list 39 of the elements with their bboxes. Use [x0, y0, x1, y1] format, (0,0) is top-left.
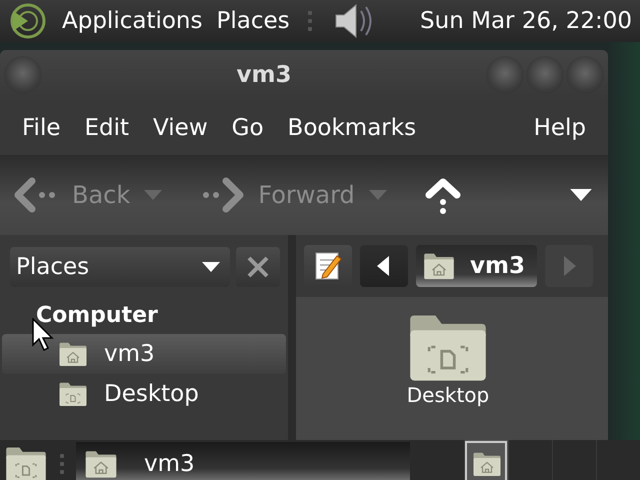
back-arrow-icon — [14, 175, 58, 215]
caret-icon — [144, 190, 162, 200]
path-forward-button[interactable] — [544, 245, 593, 287]
desktop-folder-icon — [58, 381, 88, 407]
file-label[interactable]: Desktop — [406, 383, 490, 407]
home-folder-icon — [422, 252, 456, 280]
panel-menu[interactable]: Places — [216, 8, 290, 34]
path-back-button[interactable] — [360, 245, 408, 287]
task-button[interactable]: vm3 — [76, 442, 410, 480]
close-icon — [246, 255, 270, 279]
left-triangle-icon — [377, 256, 391, 276]
menu-item[interactable]: Edit — [72, 108, 142, 146]
overflow-button[interactable] — [570, 189, 592, 201]
forward-arrow-icon — [200, 175, 244, 215]
window-title: vm3 — [236, 62, 292, 88]
clock[interactable]: Sun Mar 26, 22:00 — [420, 8, 632, 34]
caret-icon — [202, 262, 220, 272]
menu-item[interactable]: Help — [522, 108, 598, 146]
panel-menu[interactable]: Applications — [62, 8, 202, 34]
sidebar-heading: Computer — [35, 302, 159, 330]
menu-item[interactable]: File — [10, 108, 72, 146]
path-segment[interactable]: vm3 — [416, 245, 537, 287]
workspace-button[interactable] — [464, 440, 508, 480]
right-triangle-icon — [562, 256, 576, 276]
handle-icon — [308, 11, 312, 31]
close-sidebar-button[interactable] — [236, 247, 280, 287]
logo-icon — [8, 1, 48, 41]
sidebar-selector[interactable]: Places — [10, 247, 230, 287]
handle-icon — [60, 454, 64, 474]
caret-icon — [368, 190, 387, 200]
notepad-pencil-icon — [313, 250, 343, 282]
menu-item[interactable]: View — [141, 108, 220, 146]
menu-item[interactable]: Bookmarks — [276, 108, 428, 146]
home-folder-icon — [84, 449, 118, 479]
home-folder-icon — [58, 341, 88, 367]
menu-item[interactable]: Go — [220, 108, 276, 146]
home-folder-icon — [472, 451, 502, 477]
show-desktop-icon — [4, 445, 48, 480]
sidebar-item[interactable]: Desktop — [2, 374, 286, 414]
